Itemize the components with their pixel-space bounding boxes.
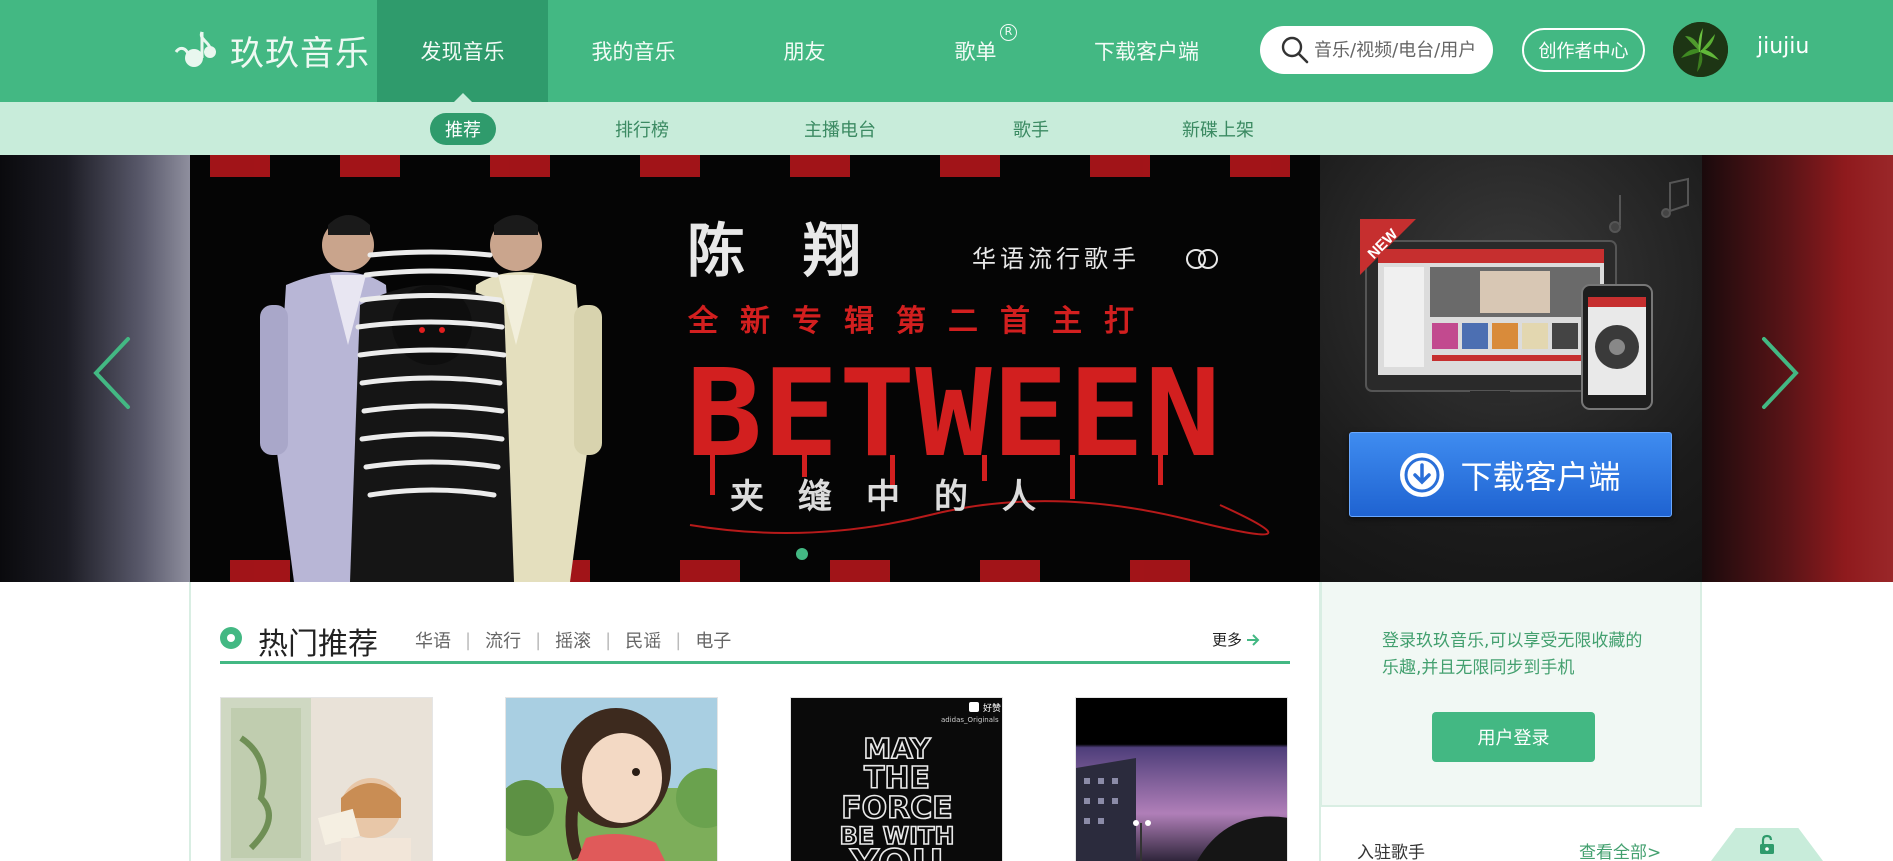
arrow-right-icon xyxy=(1247,633,1260,646)
carousel-dot-active[interactable] xyxy=(796,548,808,560)
poster-handle: adidas_Originals xyxy=(941,716,999,724)
nav-download-client[interactable]: 下载客户端 xyxy=(1061,0,1232,102)
subnav-new-albums[interactable]: 新碟上架 xyxy=(1173,113,1263,145)
poster-brand: 好赞 xyxy=(983,702,1001,714)
creator-center-button[interactable]: 创作者中心 xyxy=(1522,28,1645,72)
hot-recommend-title: 热门推荐 xyxy=(258,627,378,662)
banner-artist: 陈 翔 xyxy=(687,217,861,285)
tag-folk[interactable]: 民谣 xyxy=(625,627,661,653)
main-nav: 发现音乐 我的音乐 朋友 歌单 R 下载客户端 xyxy=(377,0,1232,102)
banner-prev-arrow[interactable] xyxy=(88,333,140,413)
tag-separator: | xyxy=(465,629,472,651)
top-header: 玖玖音乐 发现音乐 我的音乐 朋友 歌单R 下载客户端 创作者中心 jiujiu xyxy=(0,0,1893,102)
nav-label: 发现音乐 xyxy=(420,40,505,64)
tag-chinese[interactable]: 华语 xyxy=(415,627,451,653)
banner-carousel: 陈 翔 华语流行歌手 全新专辑第二首主打 BETWEEN 夹 缝 中 的 人 N… xyxy=(0,155,1893,582)
playlist-cover-may-the-force[interactable]: 好赞 adidas_Originals MAY THE FORCE BE WIT… xyxy=(790,697,1003,861)
search-input[interactable] xyxy=(1314,39,1474,61)
nav-friends[interactable]: 朋友 xyxy=(719,0,890,102)
chevron-right-icon xyxy=(1762,337,1799,409)
tag-rock[interactable]: 摇滚 xyxy=(555,627,591,653)
more-link[interactable]: 更多 xyxy=(1212,629,1260,650)
user-login-button[interactable]: 用户登录 xyxy=(1432,712,1595,762)
nav-label: 歌单 xyxy=(954,40,997,64)
subnav-charts[interactable]: 排行榜 xyxy=(604,113,680,145)
tag-separator: | xyxy=(605,629,612,651)
playlist-cover-reading-girl[interactable] xyxy=(220,697,433,861)
login-prompt-text: 登录玖玖音乐,可以享受无限收藏的乐趣,并且无限同步到手机 xyxy=(1382,631,1643,678)
player-lock-tab[interactable] xyxy=(1711,828,1823,861)
hot-recommend-section: 热门推荐 华语 | 流行 | 摇滚 | 民谣 | 电子 更多 好赞 adidas… xyxy=(189,582,1321,861)
banner-next-arrow[interactable] xyxy=(1752,333,1804,413)
banner-slide[interactable]: 陈 翔 华语流行歌手 全新专辑第二首主打 BETWEEN 夹 缝 中 的 人 xyxy=(190,155,1320,582)
nav-label: 朋友 xyxy=(783,40,826,64)
tag-electronic[interactable]: 电子 xyxy=(695,627,731,653)
tag-separator: | xyxy=(535,629,542,651)
banner-tagline: 夹 缝 中 的 人 xyxy=(730,477,1036,517)
nav-playlists[interactable]: 歌单 R xyxy=(890,0,1061,102)
cover-image xyxy=(221,698,432,861)
cover-image xyxy=(506,698,717,861)
banner-artwork: 陈 翔 华语流行歌手 全新专辑第二首主打 BETWEEN 夹 缝 中 的 人 xyxy=(190,155,1320,582)
avatar[interactable] xyxy=(1673,22,1728,77)
logo[interactable]: 玖玖音乐 xyxy=(172,22,370,78)
download-icon xyxy=(1400,452,1445,497)
subnav-singers[interactable]: 歌手 xyxy=(1003,113,1059,145)
cover-image: 好赞 adidas_Originals MAY THE FORCE BE WIT… xyxy=(791,698,1002,861)
nav-my-music[interactable]: 我的音乐 xyxy=(548,0,719,102)
resident-singers-title: 入驻歌手 xyxy=(1357,843,1425,861)
nav-discover-music[interactable]: 发现音乐 xyxy=(377,0,548,102)
genre-tags: 华语 | 流行 | 摇滚 | 民谣 | 电子 xyxy=(415,627,731,653)
devices-illustration: NEW xyxy=(1360,177,1689,410)
download-button-label: 下载客户端 xyxy=(1460,457,1621,496)
unlock-icon xyxy=(1760,834,1774,854)
download-client-panel: NEW 下载客户端 xyxy=(1320,155,1702,582)
playlist-cover-anime-girl[interactable] xyxy=(505,697,718,861)
subnav-radio[interactable]: 主播电台 xyxy=(795,113,885,145)
poster-line-5: YOU xyxy=(849,842,944,861)
figure-center xyxy=(350,249,514,582)
login-panel: 登录玖玖音乐,可以享受无限收藏的乐趣,并且无限同步到手机 用户登录 xyxy=(1320,582,1702,807)
search-icon[interactable] xyxy=(1280,35,1310,65)
banner-subtitle: 全新专辑第二首主打 xyxy=(687,304,1156,339)
tag-pop[interactable]: 流行 xyxy=(485,627,521,653)
search-box xyxy=(1260,26,1493,74)
username[interactable]: jiujiu xyxy=(1757,34,1809,59)
view-all-singers-link[interactable]: 查看全部> xyxy=(1579,838,1661,861)
cover-image xyxy=(1076,698,1287,861)
poster-line-3: FORCE xyxy=(841,791,953,826)
leaf-avatar-icon xyxy=(1673,22,1728,77)
playlist-cover-night-building[interactable] xyxy=(1075,697,1288,861)
nav-label: 下载客户端 xyxy=(1094,40,1199,64)
circle-bullet-icon xyxy=(220,627,242,649)
chevron-left-icon xyxy=(93,337,130,409)
music-note-logo-icon xyxy=(174,31,216,67)
tag-separator: | xyxy=(675,629,682,651)
subnav-recommend[interactable]: 推荐 xyxy=(430,113,496,145)
registered-badge: R xyxy=(1000,24,1017,41)
download-client-button[interactable]: 下载客户端 xyxy=(1349,432,1672,517)
more-label: 更多 xyxy=(1211,631,1242,649)
nav-label: 我的音乐 xyxy=(591,40,676,64)
banner-title: BETWEEN xyxy=(686,345,1221,484)
hot-recommend-header: 热门推荐 华语 | 流行 | 摇滚 | 民谣 | 电子 更多 xyxy=(220,619,1290,664)
banner-artist-desc: 华语流行歌手 xyxy=(972,245,1140,273)
logo-text: 玖玖音乐 xyxy=(230,33,370,74)
sub-nav: 推荐 排行榜 主播电台 歌手 新碟上架 xyxy=(0,102,1893,155)
